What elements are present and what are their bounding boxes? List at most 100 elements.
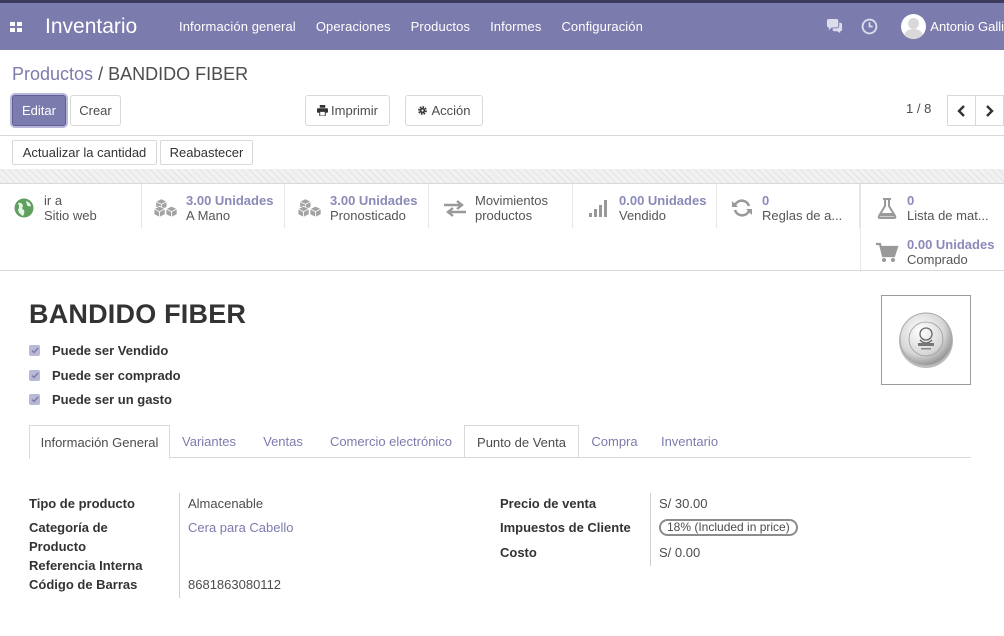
checkbox-checked-icon xyxy=(29,345,40,356)
edit-button[interactable]: Editar xyxy=(12,95,66,126)
main-navbar: Inventario Información general Operacion… xyxy=(0,0,1004,50)
flask-icon xyxy=(873,197,901,219)
chat-icon[interactable] xyxy=(825,18,843,36)
control-panel-divider xyxy=(0,135,1004,136)
main-menu: Información general Operaciones Producto… xyxy=(179,19,663,34)
print-icon xyxy=(317,105,329,116)
breadcrumb-current: BANDIDO FIBER xyxy=(108,64,249,84)
pager-value[interactable]: 1 / 8 xyxy=(906,101,931,116)
chevron-right-icon xyxy=(986,104,994,117)
stat-sold-label: Vendido xyxy=(619,208,666,223)
tab-inventario[interactable]: Inventario xyxy=(650,425,729,458)
print-button-label: Imprimir xyxy=(331,103,378,118)
product-image[interactable] xyxy=(881,295,971,385)
clock-icon[interactable] xyxy=(860,18,878,36)
apps-icon xyxy=(10,21,22,32)
tax-tag[interactable]: 18% (Included in price) xyxy=(659,519,798,536)
cost-label: Costo xyxy=(500,545,537,560)
pager-next-button[interactable] xyxy=(975,95,1004,126)
stat-on-hand-label: A Mano xyxy=(186,208,231,223)
stat-on-hand-value: 3.00 Unidades xyxy=(186,193,274,208)
breadcrumb-separator: / xyxy=(98,64,104,84)
sale-price-value[interactable]: S/ 30.00 xyxy=(659,496,707,511)
stat-forecasted-label: Pronosticado xyxy=(330,208,406,223)
avatar[interactable] xyxy=(901,14,927,39)
action-button-label: Acción xyxy=(431,103,471,118)
stat-button-bom[interactable]: 0 Lista de mat... xyxy=(860,184,1004,228)
globe-icon xyxy=(10,197,38,219)
systray: Antonio Galli xyxy=(825,3,1004,50)
stat-website-label: Sitio web xyxy=(44,208,97,223)
stat-button-forecasted[interactable]: 3.00 Unidades Pronosticado xyxy=(285,184,429,228)
cubes-icon xyxy=(152,197,180,219)
tab-punto-de-venta[interactable]: Punto de Venta xyxy=(464,425,579,458)
product-category-label: Categoría de Producto xyxy=(29,520,108,554)
cost-value[interactable]: S/ 0.00 xyxy=(659,545,700,560)
stat-sold-value: 0.00 Unidades xyxy=(619,193,707,208)
stat-button-purchased[interactable]: 0.00 Unidades Comprado xyxy=(860,228,1004,272)
stat-button-sold[interactable]: 0.00 Unidades Vendido xyxy=(573,184,717,228)
form-background-strip xyxy=(0,169,1004,183)
stat-moves-label: productos xyxy=(475,208,533,223)
checkbox-checked-icon xyxy=(29,394,40,405)
can-be-expensed-label: Puede ser un gasto xyxy=(52,392,172,407)
stat-reorder-label: Reglas de a... xyxy=(762,208,843,223)
product-name: BANDIDO FIBER xyxy=(29,299,247,329)
user-name[interactable]: Antonio Galli xyxy=(930,19,1004,34)
cubes-icon xyxy=(296,197,324,219)
product-category-value[interactable]: Cera para Cabello xyxy=(188,520,294,535)
signal-icon xyxy=(585,197,613,219)
checkbox-checked-icon xyxy=(29,370,40,381)
breadcrumb: Productos / BANDIDO FIBER xyxy=(12,64,248,85)
stat-button-website[interactable]: ir a Sitio web xyxy=(0,184,142,228)
sale-price-label: Precio de venta xyxy=(500,496,597,511)
field-divider-left xyxy=(179,493,180,598)
breadcrumb-parent[interactable]: Productos xyxy=(12,64,93,84)
can-be-expensed-checkbox[interactable]: Puede ser un gasto xyxy=(29,392,172,407)
tab-compra[interactable]: Compra xyxy=(579,425,650,458)
create-button[interactable]: Crear xyxy=(70,95,121,126)
refresh-icon xyxy=(728,197,756,219)
menu-item-informacion-general[interactable]: Información general xyxy=(179,19,296,34)
tab-informacion-general[interactable]: Información General xyxy=(29,425,170,459)
product-type-value[interactable]: Almacenable xyxy=(188,496,263,511)
pager-previous-button[interactable] xyxy=(947,95,976,126)
tab-comercio-electronico[interactable]: Comercio electrónico xyxy=(318,425,464,458)
stat-button-reorder-rules[interactable]: 0 Reglas de a... xyxy=(717,184,860,228)
notebook-tabs: Información General Variantes Ventas Com… xyxy=(29,425,971,459)
tab-variantes[interactable]: Variantes xyxy=(170,425,248,458)
stat-button-moves[interactable]: Movimientos productos xyxy=(429,184,573,228)
print-button[interactable]: Imprimir xyxy=(305,95,390,126)
replenish-button[interactable]: Reabastecer xyxy=(160,140,253,165)
barcode-value[interactable]: 8681863080112 xyxy=(188,577,281,592)
can-be-purchased-checkbox[interactable]: Puede ser comprado xyxy=(29,368,181,383)
can-be-purchased-label: Puede ser comprado xyxy=(52,368,181,383)
stat-button-on-hand[interactable]: 3.00 Unidades A Mano xyxy=(142,184,285,228)
stat-bom-value: 0 xyxy=(907,193,915,208)
menu-item-operaciones[interactable]: Operaciones xyxy=(316,19,391,34)
action-button[interactable]: Acción xyxy=(405,95,483,126)
can-be-sold-checkbox[interactable]: Puede ser Vendido xyxy=(29,343,168,358)
update-quantity-button[interactable]: Actualizar la cantidad xyxy=(12,140,157,165)
chevron-left-icon xyxy=(957,104,965,117)
menu-item-configuracion[interactable]: Configuración xyxy=(561,19,643,34)
stat-reorder-value: 0 xyxy=(762,193,770,208)
stat-button-box: ir a Sitio web 3.00 Unidades A Mano 3.00 U… xyxy=(0,183,1004,272)
exchange-icon xyxy=(441,197,469,219)
internal-reference-label: Referencia Interna xyxy=(29,558,143,573)
stat-forecasted-value: 3.00 Unidades xyxy=(330,193,418,208)
product-jar-image xyxy=(899,312,953,368)
product-type-label: Tipo de producto xyxy=(29,496,135,511)
cart-icon xyxy=(873,241,901,263)
stat-purchased-label: Comprado xyxy=(907,252,968,267)
tab-ventas[interactable]: Ventas xyxy=(248,425,318,458)
apps-menu-button[interactable] xyxy=(3,14,29,40)
customer-taxes-label: Impuestos de Cliente xyxy=(500,520,631,535)
menu-item-informes[interactable]: Informes xyxy=(490,19,541,34)
menu-item-productos[interactable]: Productos xyxy=(411,19,470,34)
app-title[interactable]: Inventario xyxy=(45,15,179,39)
stat-bom-label: Lista de mat... xyxy=(907,208,989,223)
barcode-label: Código de Barras xyxy=(29,577,138,592)
field-divider-right xyxy=(650,493,651,566)
customer-taxes-field[interactable]: 18% (Included in price) xyxy=(659,519,798,536)
